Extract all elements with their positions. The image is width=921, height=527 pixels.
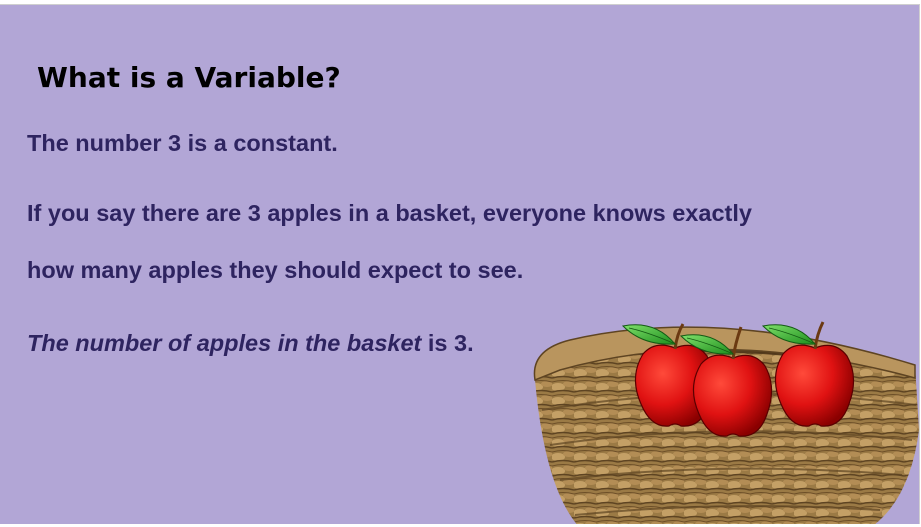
paragraph-apples-count: The number of apples in the basket is 3. (27, 330, 474, 357)
paragraph-line-1: If you say there are 3 apples in a baske… (27, 200, 752, 226)
slide: What is a Variable? The number 3 is a co… (0, 4, 920, 524)
italic-phrase: The number of apples in the basket (27, 330, 422, 356)
paragraph-apples-explanation: If you say there are 3 apples in a baske… (27, 185, 752, 299)
paragraph-line-2: how many apples they should expect to se… (27, 257, 524, 283)
paragraph-constant: The number 3 is a constant. (27, 130, 338, 156)
plain-phrase: is 3. (421, 330, 474, 356)
slide-title: What is a Variable? (37, 61, 341, 94)
apple-basket-illustration (533, 321, 919, 524)
